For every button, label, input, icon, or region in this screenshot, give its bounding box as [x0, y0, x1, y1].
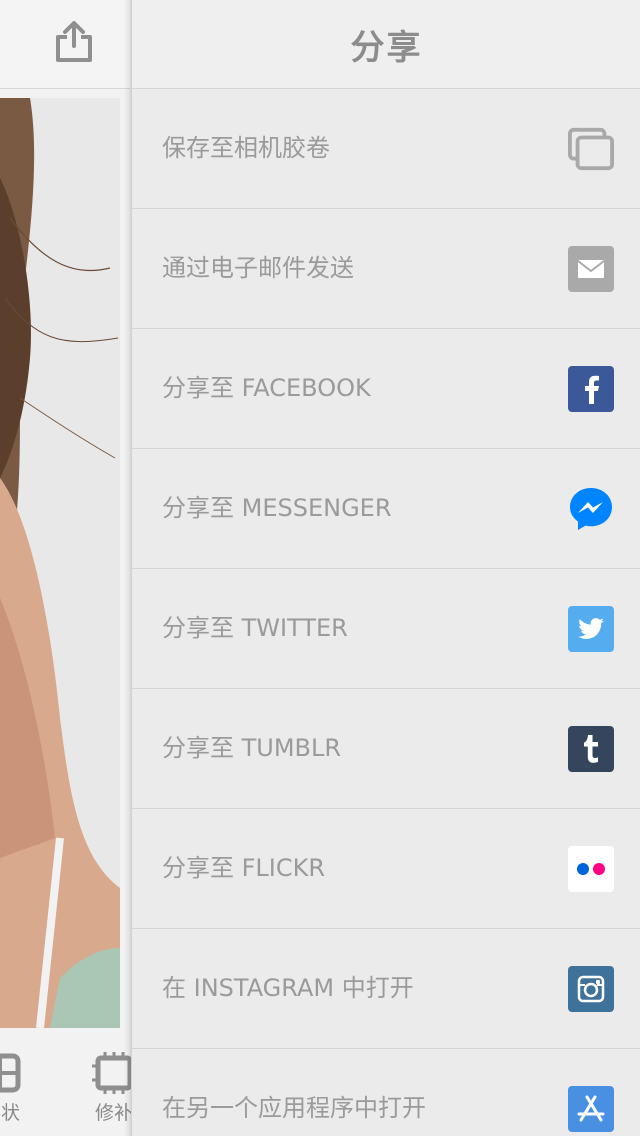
share-panel: 分享 保存至相机胶卷 通过电子邮件发送 分享至 FACEBOOK 分享至 MES… — [131, 0, 640, 1136]
share-item-email[interactable]: 通过电子邮件发送 — [132, 209, 640, 329]
tool-shape[interactable]: 形状 — [0, 1050, 24, 1125]
share-item-twitter[interactable]: 分享至 TWITTER — [132, 569, 640, 689]
list-item-label: 分享至 TWITTER — [162, 614, 348, 642]
editor-toolbar: 形状 修补 — [0, 1040, 136, 1136]
list-item-label: 分享至 FACEBOOK — [162, 374, 371, 402]
list-item-label: 通过电子邮件发送 — [162, 254, 354, 282]
messenger-icon — [568, 486, 614, 532]
flickr-icon — [568, 846, 614, 892]
editor-header — [0, 0, 130, 89]
twitter-icon — [568, 606, 614, 652]
list-item-label: 分享至 TUMBLR — [162, 734, 342, 762]
list-item-label: 分享至 FLICKR — [162, 854, 326, 882]
camera-roll-icon — [568, 126, 614, 172]
share-item-tumblr[interactable]: 分享至 TUMBLR — [132, 689, 640, 809]
share-item-facebook[interactable]: 分享至 FACEBOOK — [132, 329, 640, 449]
tumblr-icon — [568, 726, 614, 772]
mail-icon — [568, 246, 614, 292]
shape-grid-icon — [0, 1053, 21, 1093]
share-list: 保存至相机胶卷 通过电子邮件发送 分享至 FACEBOOK 分享至 MESSEN… — [132, 89, 640, 1136]
share-item-camera-roll[interactable]: 保存至相机胶卷 — [132, 89, 640, 209]
list-item-label: 在另一个应用程序中打开 — [162, 1094, 426, 1122]
share-item-messenger[interactable]: 分享至 MESSENGER — [132, 449, 640, 569]
photo-image — [0, 98, 120, 1028]
list-item-label: 在 INSTAGRAM 中打开 — [162, 974, 414, 1002]
app-root: 形状 修补 分享 保存至相机胶卷 — [0, 0, 640, 1136]
tool-shape-label: 形状 — [0, 1102, 20, 1124]
share-upload-icon — [56, 21, 92, 62]
editor-panel: 形状 修补 — [0, 0, 136, 1136]
list-item-label: 分享至 MESSENGER — [162, 494, 392, 522]
page-title: 分享 — [350, 27, 423, 68]
share-item-flickr[interactable]: 分享至 FLICKR — [132, 809, 640, 929]
share-button[interactable] — [50, 18, 98, 66]
share-header: 分享 — [132, 0, 640, 89]
app-store-icon — [568, 1086, 614, 1132]
list-item-label: 保存至相机胶卷 — [162, 134, 330, 162]
photo-canvas[interactable] — [0, 98, 120, 1028]
share-item-open-in[interactable]: 在另一个应用程序中打开 — [132, 1049, 640, 1136]
share-item-instagram[interactable]: 在 INSTAGRAM 中打开 — [132, 929, 640, 1049]
instagram-icon — [568, 966, 614, 1012]
facebook-icon — [568, 366, 614, 412]
